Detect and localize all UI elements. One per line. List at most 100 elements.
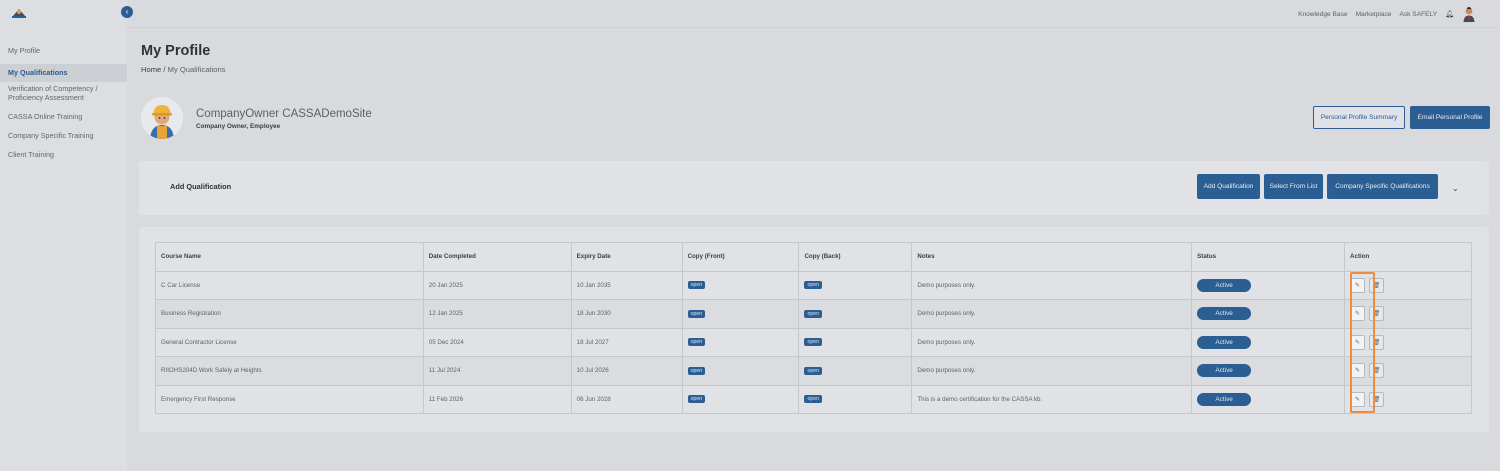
course-name-cell: Emergency First Response [155, 384, 424, 414]
action-cell: ✎ 🗑︎ [1344, 356, 1472, 386]
ask-safely-link[interactable]: Ask SAFELY [1399, 11, 1437, 18]
expiry-date-cell: 18 Jun 2030 [570, 299, 683, 329]
open-back-link[interactable]: open [804, 338, 823, 347]
expiry-date-cell: 06 Jun 2028 [570, 384, 683, 414]
expiry-date-cell: 10 Jan 2035 [570, 270, 683, 300]
edit-button[interactable]: ✎ [1350, 363, 1366, 379]
sidebar-collapse-button[interactable]: ‹ [121, 6, 133, 18]
sidebar-item-company-specific-training[interactable]: Company Specific Training [0, 131, 127, 140]
breadcrumb-home[interactable]: Home [141, 65, 161, 74]
trash-icon: 🗑︎ [1372, 368, 1381, 375]
notes-cell: Demo purposes only. [911, 327, 1193, 357]
copy-back-cell: open [798, 270, 913, 300]
delete-button[interactable]: 🗑︎ [1369, 277, 1385, 293]
date-completed-cell: 11 Feb 2026 [422, 384, 572, 414]
status-cell: Active [1191, 270, 1346, 300]
open-front-link[interactable]: open [687, 309, 706, 318]
delete-button[interactable]: 🗑︎ [1369, 363, 1385, 379]
copy-back-cell: open [798, 327, 913, 357]
personal-profile-summary-button[interactable]: Personal Profile Summary [1313, 106, 1405, 129]
notes-cell: Demo purposes only. [911, 299, 1193, 329]
copy-front-cell: open [681, 327, 800, 357]
status-cell: Active [1191, 356, 1346, 386]
status-badge: Active [1197, 335, 1252, 349]
column-header: Action [1344, 242, 1472, 272]
sidebar-item-my-qualifications[interactable]: My Qualifications [0, 64, 127, 82]
breadcrumb: Home / My Qualifications [141, 65, 225, 74]
sidebar-item-cassa-online-training[interactable]: CASSA Online Training [0, 112, 127, 121]
copy-front-cell: open [681, 270, 800, 300]
status-badge: Active [1197, 278, 1252, 292]
marketplace-link[interactable]: Marketplace [1356, 11, 1392, 18]
column-header[interactable]: Status [1191, 242, 1346, 272]
delete-button[interactable]: 🗑︎ [1369, 391, 1385, 407]
action-cell: ✎ 🗑︎ [1344, 384, 1472, 414]
column-header[interactable]: Notes [911, 242, 1193, 272]
edit-button[interactable]: ✎ [1350, 306, 1366, 322]
date-completed-cell: 12 Jan 2025 [422, 299, 572, 329]
open-front-link[interactable]: open [687, 395, 706, 404]
open-front-link[interactable]: open [687, 366, 706, 375]
trash-icon: 🗑︎ [1372, 311, 1381, 318]
user-avatar[interactable] [1462, 6, 1476, 22]
edit-button[interactable]: ✎ [1350, 277, 1366, 293]
column-header[interactable]: Course Name [155, 242, 424, 272]
chevron-down-icon[interactable]: ⌄ [1452, 184, 1459, 193]
open-back-link[interactable]: open [804, 395, 823, 404]
sidebar-item-client-training[interactable]: Client Training [0, 150, 127, 159]
table-header-row: Course Name Date Completed Expiry Date C… [155, 242, 1472, 272]
sidebar-item-my-profile[interactable]: My Profile [0, 46, 127, 56]
course-name-cell: Business Registration [155, 299, 424, 329]
delete-button[interactable]: 🗑︎ [1369, 334, 1385, 350]
open-back-link[interactable]: open [804, 281, 823, 290]
email-personal-profile-button[interactable]: Email Personal Profile [1410, 106, 1490, 129]
table-body: C Car License 20 Jan 2025 10 Jan 2035 open o… [155, 270, 1472, 414]
sidebar-item-verification[interactable]: Verification of Competency / Proficiency… [0, 84, 127, 102]
company-specific-qualifications-button[interactable]: Company Specific Qualifications [1327, 174, 1438, 199]
delete-button[interactable]: 🗑︎ [1369, 306, 1385, 322]
breadcrumb-separator: / [163, 65, 166, 74]
qualifications-table: Course Name Date Completed Expiry Date C… [155, 242, 1472, 414]
column-header[interactable]: Date Completed [422, 242, 572, 272]
edit-icon: ✎ [1355, 396, 1361, 403]
notes-cell: This is a demo certification for the CAS… [911, 384, 1193, 414]
open-front-link[interactable]: open [687, 338, 706, 347]
notes-cell: Demo purposes only. [911, 356, 1193, 386]
edit-icon: ✎ [1355, 368, 1361, 375]
sidebar-item-label: Proficiency Assessment [8, 93, 84, 102]
copy-back-cell: open [798, 356, 913, 386]
company-logo-icon[interactable] [11, 7, 27, 19]
add-qualification-button[interactable]: Add Qualification [1197, 174, 1260, 199]
copy-back-cell: open [798, 384, 913, 414]
edit-icon: ✎ [1355, 311, 1361, 318]
main-content: My Profile Home / My Qualifications Comp… [127, 29, 1500, 471]
trash-icon: 🗑︎ [1372, 282, 1381, 289]
top-bar: Knowledge Base Marketplace Ask SAFELY 🔔︎ [127, 0, 1500, 28]
column-header[interactable]: Copy (Back) [798, 242, 913, 272]
edit-button[interactable]: ✎ [1350, 391, 1366, 407]
date-completed-cell: 20 Jan 2025 [422, 270, 572, 300]
bell-icon[interactable]: 🔔︎ [1445, 10, 1454, 18]
column-header[interactable]: Expiry Date [570, 242, 683, 272]
date-completed-cell: 05 Dec 2024 [422, 327, 572, 357]
status-cell: Active [1191, 299, 1346, 329]
open-back-link[interactable]: open [804, 366, 823, 375]
sidebar: My Profile My Qualifications Verificatio… [0, 0, 127, 471]
knowledge-base-link[interactable]: Knowledge Base [1298, 11, 1348, 18]
worker-avatar-icon [141, 97, 183, 139]
trash-icon: 🗑︎ [1372, 396, 1381, 403]
action-cell: ✎ 🗑︎ [1344, 270, 1472, 300]
expiry-date-cell: 10 Jul 2026 [570, 356, 683, 386]
table-row: Business Registration 12 Jan 2025 18 Jun 2… [155, 299, 1472, 329]
edit-button[interactable]: ✎ [1350, 334, 1366, 350]
copy-front-cell: open [681, 384, 800, 414]
profile-role: Company Owner, Employee [196, 123, 281, 130]
column-header[interactable]: Copy (Front) [681, 242, 800, 272]
action-cell: ✎ 🗑︎ [1344, 327, 1472, 357]
copy-front-cell: open [681, 299, 800, 329]
table-row: RIIOHS204D Work Safely at Heights 11 Jul … [155, 356, 1472, 386]
select-from-list-button[interactable]: Select From List [1264, 174, 1323, 199]
open-front-link[interactable]: open [687, 281, 706, 290]
add-qualification-card: Add Qualification Add Qualification Sele… [139, 161, 1489, 215]
open-back-link[interactable]: open [804, 309, 823, 318]
